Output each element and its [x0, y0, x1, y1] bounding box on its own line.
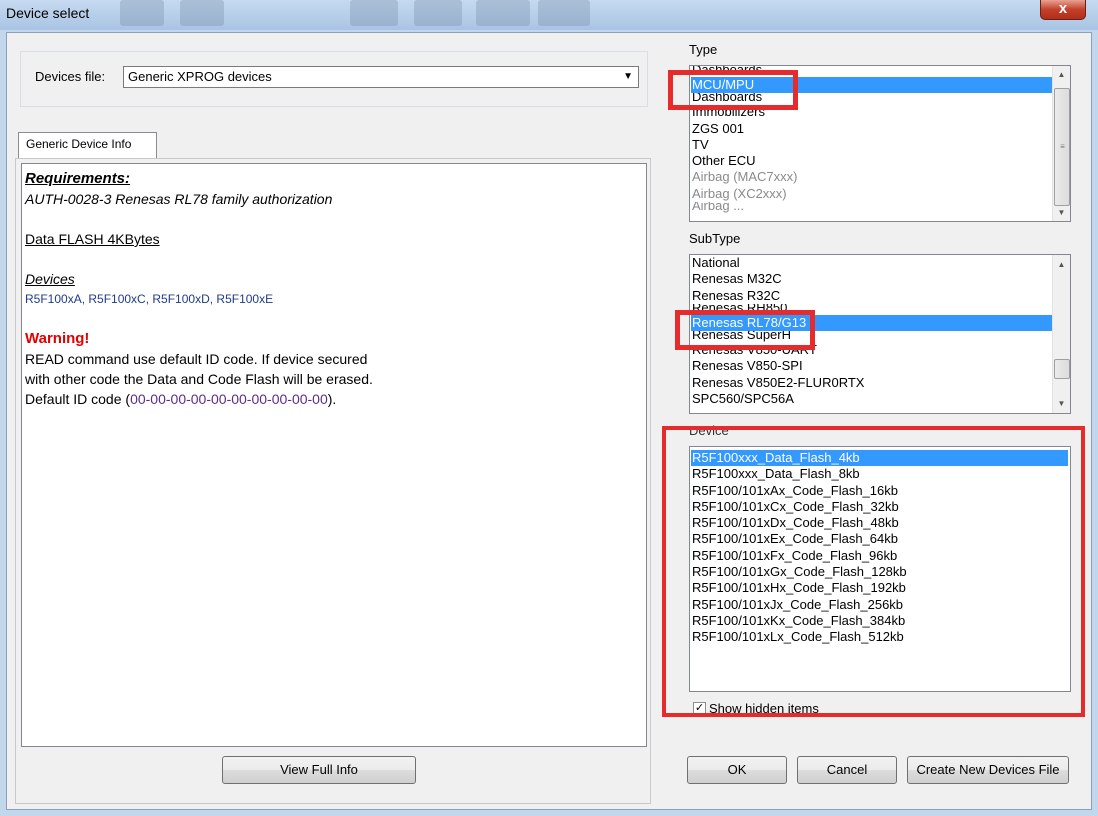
devices-file-group: Devices file: Generic XPROG devices ▼	[20, 51, 648, 107]
window-title: Device select	[6, 5, 90, 21]
title-bar: Device select x	[0, 0, 1098, 30]
warning-heading: Warning!	[25, 330, 90, 347]
requirements-text: AUTH-0028-3 Renesas RL78 family authoriz…	[25, 191, 333, 207]
warning-line-2: with other code the Data and Code Flash …	[25, 371, 373, 387]
highlight-box-subtype	[675, 310, 815, 350]
ok-button[interactable]: OK	[687, 756, 787, 784]
list-item[interactable]: Airbag ...	[691, 202, 1052, 213]
requirements-heading: Requirements:	[25, 170, 131, 187]
devices-file-dropdown[interactable]: Generic XPROG devices ▼	[123, 66, 639, 88]
list-item[interactable]: Airbag (MAC7xxx)	[691, 169, 1052, 185]
highlight-box-device	[662, 426, 1085, 717]
scroll-thumb[interactable]	[1054, 359, 1070, 379]
tab-label: Generic Device Info	[26, 137, 132, 151]
data-flash-size: Data FLASH 4KBytes	[25, 231, 160, 247]
default-id-code: 00-00-00-00-00-00-00-00-00-00	[130, 391, 328, 407]
view-full-info-button[interactable]: View Full Info	[222, 756, 416, 784]
background-toolbar-icon	[414, 0, 462, 26]
default-id-suffix: ).	[327, 391, 337, 407]
dialog-client-area: Devices file: Generic XPROG devices ▼ Ge…	[6, 32, 1092, 810]
grip-icon: ≡	[1060, 142, 1065, 151]
background-toolbar-icon	[180, 0, 224, 26]
list-item[interactable]: ZGS 001	[691, 121, 1052, 137]
background-toolbar-icon	[120, 0, 164, 26]
scroll-up-icon[interactable]: ▲	[1053, 260, 1070, 269]
create-new-devices-file-button[interactable]: Create New Devices File	[907, 756, 1069, 784]
scroll-up-icon[interactable]: ▲	[1053, 70, 1070, 79]
list-item[interactable]: TV	[691, 137, 1052, 153]
device-info-panel: Requirements: AUTH-0028-3 Renesas RL78 f…	[21, 163, 647, 747]
window-frame: Devices file: Generic XPROG devices ▼ Ge…	[0, 30, 1098, 816]
list-item[interactable]: Renesas R32C	[691, 288, 1052, 304]
scroll-thumb[interactable]: ≡	[1054, 88, 1070, 206]
tab-generic-device-info[interactable]: Generic Device Info	[18, 132, 157, 158]
background-toolbar-icon	[476, 0, 530, 26]
cancel-button[interactable]: Cancel	[797, 756, 897, 784]
devices-file-label: Devices file:	[35, 69, 106, 84]
warning-line-1: READ command use default ID code. If dev…	[25, 351, 368, 367]
subtype-scrollbar[interactable]: ▲ ▼	[1052, 255, 1070, 413]
list-item[interactable]: Airbag (XC2xxx)	[691, 186, 1052, 202]
type-scrollbar[interactable]: ▲ ≡ ▼	[1052, 66, 1070, 221]
list-item[interactable]: Renesas V850-SPI	[691, 358, 1052, 374]
list-item[interactable]: SPC560/SPC56A	[691, 391, 1052, 407]
list-item[interactable]: National	[691, 255, 1052, 271]
default-id-line: Default ID code (00-00-00-00-00-00-00-00…	[25, 389, 646, 409]
chevron-down-icon: ▼	[623, 71, 633, 82]
default-id-prefix: Default ID code (	[25, 391, 131, 407]
devices-heading: Devices	[25, 271, 75, 287]
scroll-down-icon[interactable]: ▼	[1053, 208, 1070, 217]
subtype-label: SubType	[689, 231, 741, 246]
devices-file-value: Generic XPROG devices	[128, 69, 272, 84]
close-icon: x	[1058, 0, 1068, 17]
close-button[interactable]: x	[1040, 0, 1086, 20]
background-toolbar-icon	[538, 0, 590, 26]
list-item[interactable]: Other ECU	[691, 153, 1052, 169]
highlight-box-type	[668, 70, 798, 110]
type-label: Type	[689, 42, 718, 57]
scroll-down-icon[interactable]: ▼	[1053, 399, 1070, 408]
list-item[interactable]: Renesas V850E2-FLUR0RTX	[691, 375, 1052, 391]
background-toolbar-icon	[350, 0, 398, 26]
devices-list: R5F100xA, R5F100xC, R5F100xD, R5F100xE	[25, 292, 274, 306]
list-item[interactable]: Renesas M32C	[691, 271, 1052, 287]
